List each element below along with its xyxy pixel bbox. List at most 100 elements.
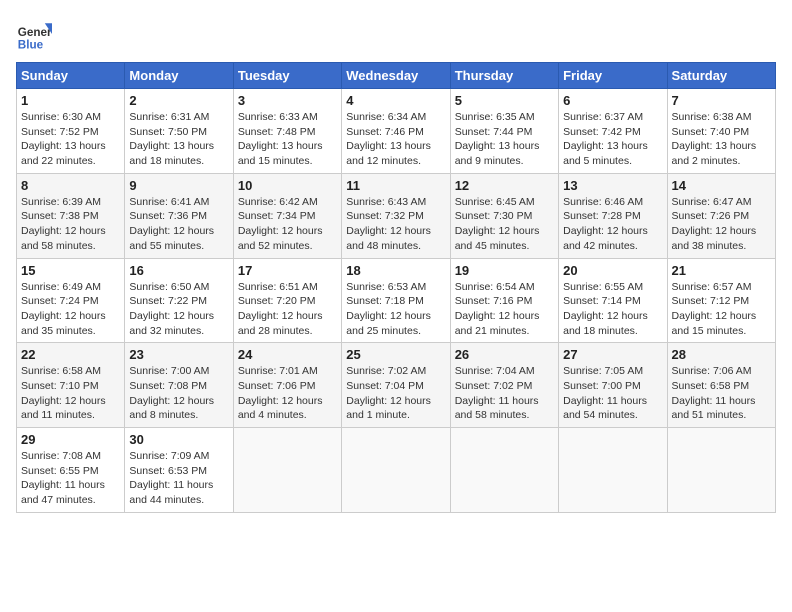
cell-info-text: Sunrise: 6:30 AM Sunset: 7:52 PM Dayligh…: [21, 110, 120, 169]
cell-day-number: 4: [346, 93, 445, 108]
cell-info-text: Sunrise: 6:39 AM Sunset: 7:38 PM Dayligh…: [21, 195, 120, 254]
calendar-cell: 23Sunrise: 7:00 AM Sunset: 7:08 PM Dayli…: [125, 343, 233, 428]
day-of-week-header: Saturday: [667, 63, 775, 89]
cell-info-text: Sunrise: 6:41 AM Sunset: 7:36 PM Dayligh…: [129, 195, 228, 254]
cell-info-text: Sunrise: 6:58 AM Sunset: 7:10 PM Dayligh…: [21, 364, 120, 423]
cell-day-number: 24: [238, 347, 337, 362]
cell-info-text: Sunrise: 6:54 AM Sunset: 7:16 PM Dayligh…: [455, 280, 554, 339]
cell-info-text: Sunrise: 6:33 AM Sunset: 7:48 PM Dayligh…: [238, 110, 337, 169]
cell-info-text: Sunrise: 6:55 AM Sunset: 7:14 PM Dayligh…: [563, 280, 662, 339]
cell-day-number: 6: [563, 93, 662, 108]
cell-day-number: 27: [563, 347, 662, 362]
svg-text:General: General: [18, 26, 52, 39]
cell-day-number: 23: [129, 347, 228, 362]
cell-day-number: 2: [129, 93, 228, 108]
calendar-cell: 25 Sunrise: 7:02 AM Sunset: 7:04 PM Dayli…: [342, 343, 450, 428]
calendar-week-row: 1 Sunrise: 6:30 AM Sunset: 7:52 PM Daylig…: [17, 89, 776, 174]
cell-info-text: Sunrise: 6:34 AM Sunset: 7:46 PM Dayligh…: [346, 110, 445, 169]
calendar-body: 1 Sunrise: 6:30 AM Sunset: 7:52 PM Daylig…: [17, 89, 776, 513]
calendar-cell: [342, 428, 450, 513]
calendar-cell: [233, 428, 341, 513]
calendar-week-row: 29 Sunrise: 7:08 AM Sunset: 6:55 PM Dayli…: [17, 428, 776, 513]
calendar-cell: 20 Sunrise: 6:55 AM Sunset: 7:14 PM Dayli…: [559, 258, 667, 343]
cell-info-text: Sunrise: 6:51 AM Sunset: 7:20 PM Dayligh…: [238, 280, 337, 339]
calendar-week-row: 15Sunrise: 6:49 AM Sunset: 7:24 PM Dayli…: [17, 258, 776, 343]
calendar-header: SundayMondayTuesdayWednesdayThursdayFrid…: [17, 63, 776, 89]
svg-text:Blue: Blue: [18, 38, 44, 51]
page-header: General Blue: [16, 16, 776, 52]
cell-day-number: 19: [455, 263, 554, 278]
cell-day-number: 14: [672, 178, 771, 193]
calendar-cell: 3 Sunrise: 6:33 AM Sunset: 7:48 PM Daylig…: [233, 89, 341, 174]
cell-info-text: Sunrise: 6:45 AM Sunset: 7:30 PM Dayligh…: [455, 195, 554, 254]
day-of-week-header: Friday: [559, 63, 667, 89]
cell-info-text: Sunrise: 6:37 AM Sunset: 7:42 PM Dayligh…: [563, 110, 662, 169]
calendar-cell: 27 Sunrise: 7:05 AM Sunset: 7:00 PM Dayli…: [559, 343, 667, 428]
cell-day-number: 1: [21, 93, 120, 108]
cell-day-number: 8: [21, 178, 120, 193]
cell-info-text: Sunrise: 6:31 AM Sunset: 7:50 PM Dayligh…: [129, 110, 228, 169]
cell-day-number: 13: [563, 178, 662, 193]
cell-day-number: 3: [238, 93, 337, 108]
cell-day-number: 18: [346, 263, 445, 278]
cell-day-number: 17: [238, 263, 337, 278]
cell-info-text: Sunrise: 7:04 AM Sunset: 7:02 PM Dayligh…: [455, 364, 554, 423]
cell-day-number: 9: [129, 178, 228, 193]
calendar-cell: [667, 428, 775, 513]
cell-day-number: 22: [21, 347, 120, 362]
calendar-cell: 13 Sunrise: 6:46 AM Sunset: 7:28 PM Dayli…: [559, 173, 667, 258]
cell-info-text: Sunrise: 7:09 AM Sunset: 6:53 PM Dayligh…: [129, 449, 228, 508]
cell-day-number: 25: [346, 347, 445, 362]
cell-day-number: 28: [672, 347, 771, 362]
cell-day-number: 11: [346, 178, 445, 193]
calendar-cell: 8 Sunrise: 6:39 AM Sunset: 7:38 PM Daylig…: [17, 173, 125, 258]
cell-day-number: 30: [129, 432, 228, 447]
cell-info-text: Sunrise: 6:50 AM Sunset: 7:22 PM Dayligh…: [129, 280, 228, 339]
cell-day-number: 20: [563, 263, 662, 278]
day-of-week-header: Thursday: [450, 63, 558, 89]
cell-day-number: 5: [455, 93, 554, 108]
calendar-cell: 19 Sunrise: 6:54 AM Sunset: 7:16 PM Dayli…: [450, 258, 558, 343]
cell-info-text: Sunrise: 7:01 AM Sunset: 7:06 PM Dayligh…: [238, 364, 337, 423]
calendar-cell: 4 Sunrise: 6:34 AM Sunset: 7:46 PM Daylig…: [342, 89, 450, 174]
cell-day-number: 21: [672, 263, 771, 278]
calendar-cell: 5 Sunrise: 6:35 AM Sunset: 7:44 PM Daylig…: [450, 89, 558, 174]
calendar-cell: 26Sunrise: 7:04 AM Sunset: 7:02 PM Dayli…: [450, 343, 558, 428]
calendar-cell: 24 Sunrise: 7:01 AM Sunset: 7:06 PM Dayli…: [233, 343, 341, 428]
cell-info-text: Sunrise: 7:06 AM Sunset: 6:58 PM Dayligh…: [672, 364, 771, 423]
calendar-cell: 2 Sunrise: 6:31 AM Sunset: 7:50 PM Daylig…: [125, 89, 233, 174]
cell-info-text: Sunrise: 7:05 AM Sunset: 7:00 PM Dayligh…: [563, 364, 662, 423]
calendar-cell: 16 Sunrise: 6:50 AM Sunset: 7:22 PM Dayli…: [125, 258, 233, 343]
cell-info-text: Sunrise: 6:38 AM Sunset: 7:40 PM Dayligh…: [672, 110, 771, 169]
cell-day-number: 10: [238, 178, 337, 193]
cell-info-text: Sunrise: 7:02 AM Sunset: 7:04 PM Dayligh…: [346, 364, 445, 423]
day-of-week-header: Tuesday: [233, 63, 341, 89]
cell-day-number: 16: [129, 263, 228, 278]
cell-info-text: Sunrise: 6:42 AM Sunset: 7:34 PM Dayligh…: [238, 195, 337, 254]
calendar-cell: 30 Sunrise: 7:09 AM Sunset: 6:53 PM Dayli…: [125, 428, 233, 513]
calendar-cell: 12 Sunrise: 6:45 AM Sunset: 7:30 PM Dayli…: [450, 173, 558, 258]
calendar-cell: 21 Sunrise: 6:57 AM Sunset: 7:12 PM Dayli…: [667, 258, 775, 343]
cell-info-text: Sunrise: 7:08 AM Sunset: 6:55 PM Dayligh…: [21, 449, 120, 508]
calendar-cell: 7Sunrise: 6:38 AM Sunset: 7:40 PM Daylig…: [667, 89, 775, 174]
cell-day-number: 29: [21, 432, 120, 447]
cell-info-text: Sunrise: 6:57 AM Sunset: 7:12 PM Dayligh…: [672, 280, 771, 339]
cell-info-text: Sunrise: 6:43 AM Sunset: 7:32 PM Dayligh…: [346, 195, 445, 254]
calendar-week-row: 8 Sunrise: 6:39 AM Sunset: 7:38 PM Daylig…: [17, 173, 776, 258]
calendar-cell: 1 Sunrise: 6:30 AM Sunset: 7:52 PM Daylig…: [17, 89, 125, 174]
cell-day-number: 12: [455, 178, 554, 193]
calendar-cell: 22 Sunrise: 6:58 AM Sunset: 7:10 PM Dayli…: [17, 343, 125, 428]
calendar-table: SundayMondayTuesdayWednesdayThursdayFrid…: [16, 62, 776, 513]
day-of-week-header: Sunday: [17, 63, 125, 89]
calendar-week-row: 22 Sunrise: 6:58 AM Sunset: 7:10 PM Dayli…: [17, 343, 776, 428]
day-of-week-header: Wednesday: [342, 63, 450, 89]
day-of-week-header: Monday: [125, 63, 233, 89]
cell-info-text: Sunrise: 6:35 AM Sunset: 7:44 PM Dayligh…: [455, 110, 554, 169]
calendar-cell: 29 Sunrise: 7:08 AM Sunset: 6:55 PM Dayli…: [17, 428, 125, 513]
cell-info-text: Sunrise: 6:46 AM Sunset: 7:28 PM Dayligh…: [563, 195, 662, 254]
calendar-cell: [559, 428, 667, 513]
logo-icon: General Blue: [16, 16, 52, 52]
logo: General Blue: [16, 16, 52, 52]
calendar-cell: 15Sunrise: 6:49 AM Sunset: 7:24 PM Dayli…: [17, 258, 125, 343]
cell-info-text: Sunrise: 6:47 AM Sunset: 7:26 PM Dayligh…: [672, 195, 771, 254]
